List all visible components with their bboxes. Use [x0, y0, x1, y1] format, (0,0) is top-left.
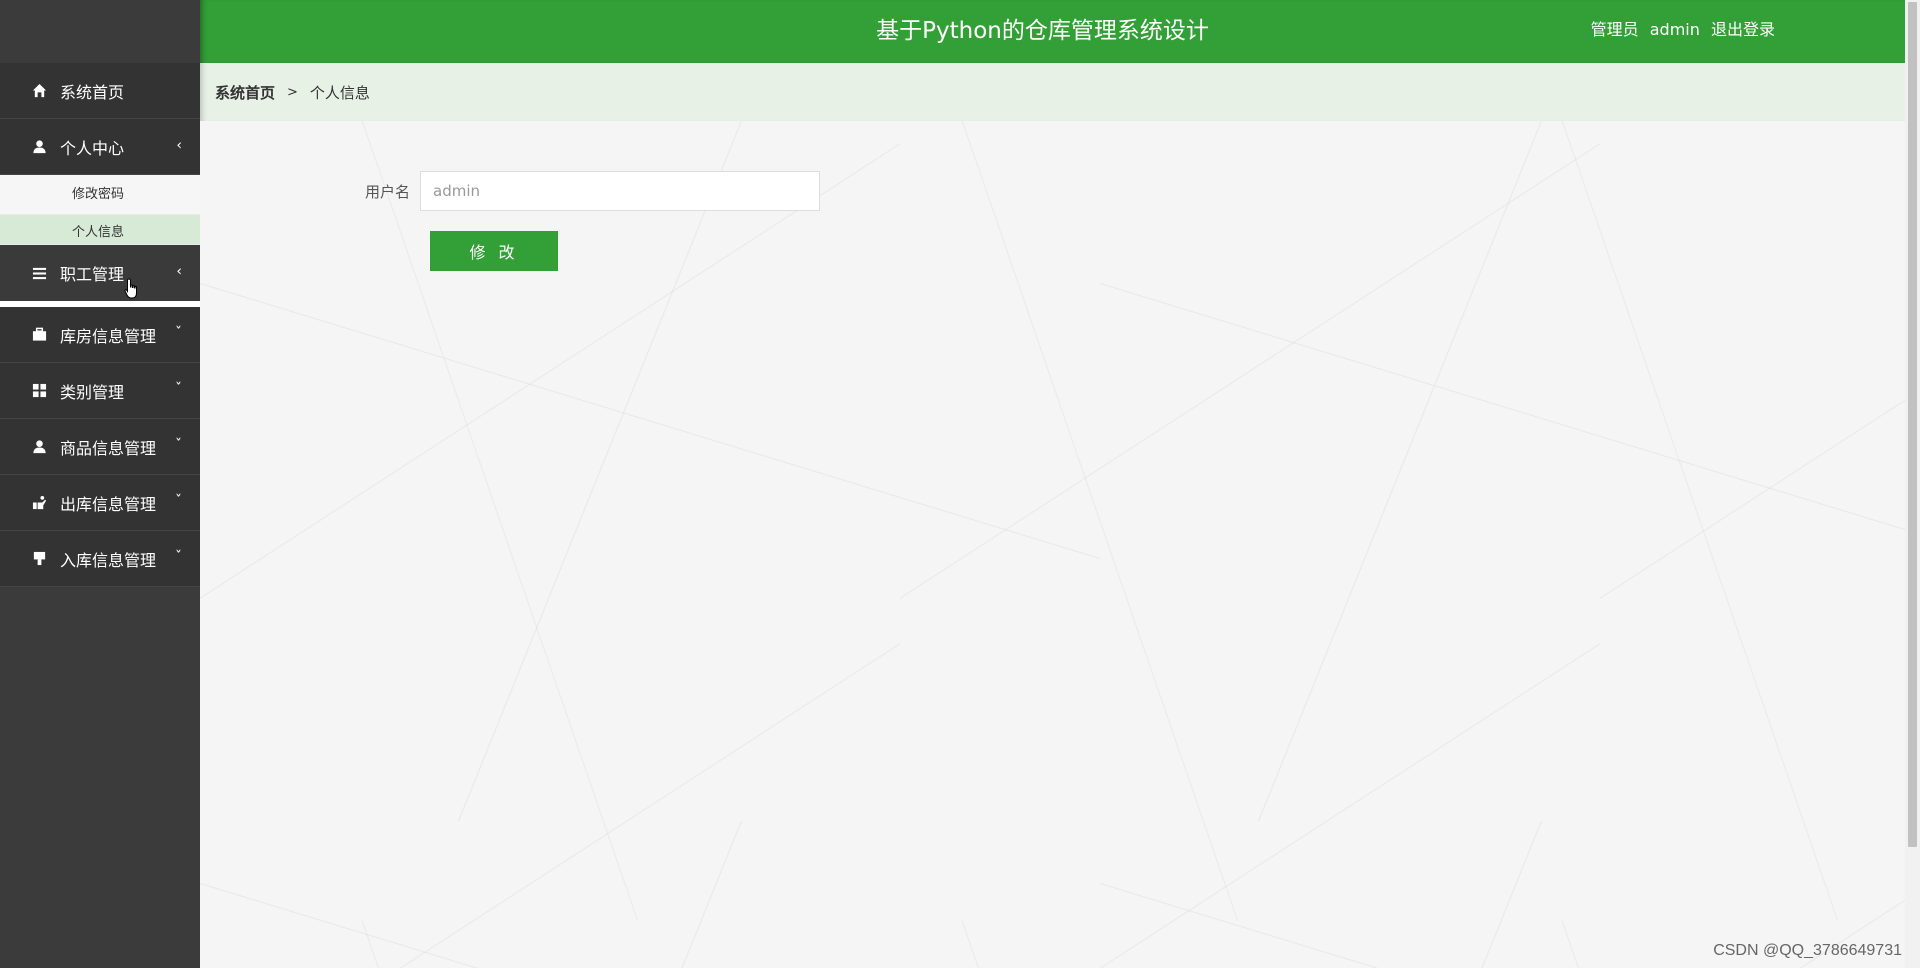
grid-icon: [30, 382, 48, 400]
hand-icon: [30, 494, 48, 512]
sidebar-item-label: 系统首页: [60, 82, 125, 102]
username-input[interactable]: [420, 171, 820, 211]
logout-link[interactable]: 退出登录: [1711, 20, 1775, 39]
sidebar-logo: [0, 0, 200, 63]
hand-cursor-icon: [124, 278, 137, 299]
user-icon: [30, 138, 48, 156]
breadcrumb-home[interactable]: 系统首页: [215, 82, 275, 103]
sidebar-item-inbound[interactable]: 入库信息管理 ˇ: [0, 531, 200, 587]
username-row: 用户名: [200, 171, 820, 211]
sidebar-item-label: 个人中心: [60, 138, 125, 158]
main-content: 用户名 修 改: [200, 121, 1905, 968]
sidebar-item-staff[interactable]: 职工管理 ‹: [0, 245, 200, 307]
submenu-item-change-password[interactable]: 修改密码: [0, 175, 200, 215]
sidebar-item-goods[interactable]: 商品信息管理 ˇ: [0, 419, 200, 475]
submenu-item-personal-info[interactable]: 个人信息: [0, 215, 200, 245]
briefcase-icon: [30, 326, 48, 344]
sidebar-item-label: 库房信息管理: [60, 326, 157, 346]
user-info: 管理员 admin 退出登录: [1585, 0, 1775, 60]
list-icon: [30, 264, 48, 282]
chevron-left-icon: ‹: [176, 263, 182, 280]
sidebar-item-label: 出库信息管理: [60, 494, 157, 514]
top-header: 基于Python的仓库管理系统设计 管理员 admin 退出登录: [200, 0, 1905, 63]
breadcrumb-current: 个人信息: [309, 83, 370, 102]
scrollbar-thumb[interactable]: [1908, 2, 1917, 847]
user-role: 管理员: [1590, 20, 1639, 39]
chevron-down-icon: ˇ: [175, 548, 182, 565]
sidebar-item-home[interactable]: 系统首页: [0, 63, 200, 119]
breadcrumb-separator: >: [287, 84, 298, 100]
scrollbar[interactable]: [1905, 0, 1920, 968]
username: admin: [1649, 20, 1700, 39]
sidebar-item-warehouse[interactable]: 库房信息管理 ˇ: [0, 307, 200, 363]
modify-button[interactable]: 修 改: [430, 231, 558, 271]
sidebar-item-label: 入库信息管理: [60, 550, 157, 570]
flag-icon: [30, 550, 48, 568]
sidebar-item-outbound[interactable]: 出库信息管理 ˇ: [0, 475, 200, 531]
chevron-down-icon: ˇ: [175, 380, 182, 397]
sidebar: 系统首页 个人中心 ‹ 修改密码 个人信息 职工管理 ‹ 库房信息管理 ˇ 类别…: [0, 0, 200, 968]
sidebar-item-personal-center[interactable]: 个人中心 ‹: [0, 119, 200, 175]
breadcrumb: 系统首页 > 个人信息: [200, 63, 1905, 121]
watermark: CSDN @QQ_3786649731: [1713, 942, 1902, 959]
chevron-down-icon: ˇ: [175, 324, 182, 341]
submenu-personal-center: 修改密码 个人信息: [0, 175, 200, 245]
username-label: 用户名: [364, 182, 410, 201]
sidebar-item-label: 商品信息管理: [60, 438, 157, 458]
chevron-down-icon: ˇ: [175, 436, 182, 453]
sidebar-item-label: 类别管理: [60, 382, 125, 402]
home-icon: [30, 82, 48, 100]
sidebar-item-label: 职工管理: [60, 265, 125, 284]
chevron-left-icon: ‹: [176, 136, 182, 153]
user-icon: [30, 438, 48, 456]
sidebar-item-category[interactable]: 类别管理 ˇ: [0, 363, 200, 419]
chevron-down-icon: ˇ: [175, 492, 182, 509]
